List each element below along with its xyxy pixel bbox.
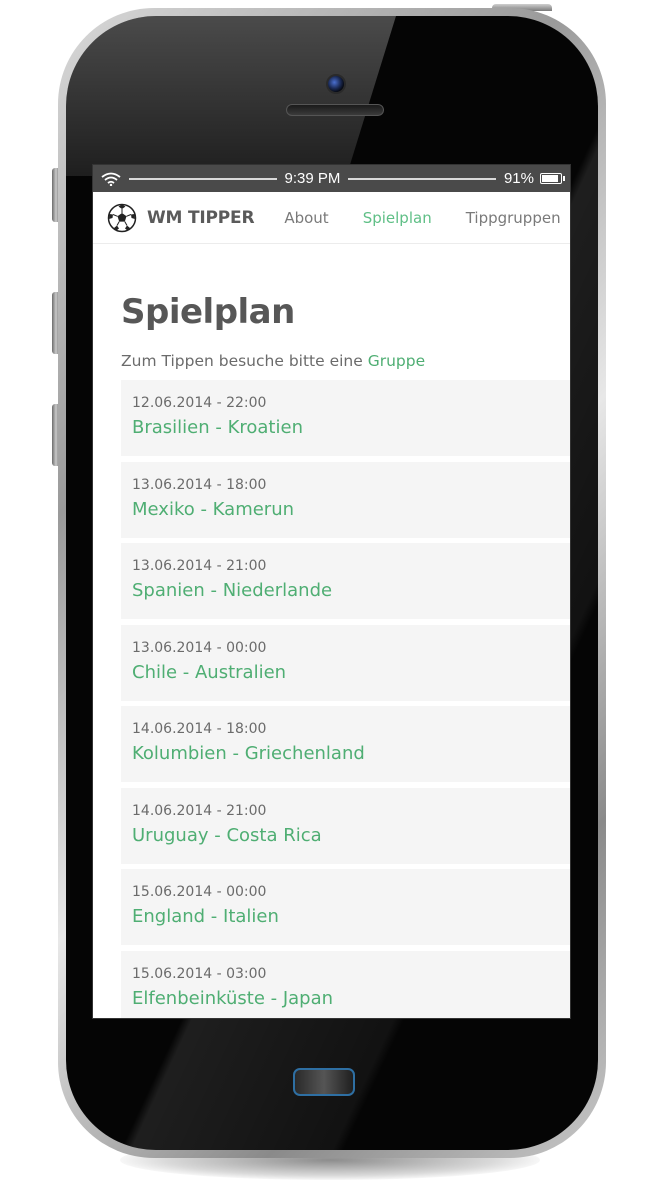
match-date: 15.06.2014 - 00:00 [132,884,267,900]
battery-percent: 91% [503,170,534,187]
phone-screen: 9:39 PM 91% WM TIPPER About Spielplan Ti… [92,164,571,1019]
status-divider-left [129,177,277,180]
match-teams-link[interactable]: Kolumbien - Griechenland [132,743,570,764]
match-date: 13.06.2014 - 00:00 [132,639,267,656]
battery-icon [540,173,565,184]
match-item[interactable]: 13.06.2014 - 21:00 Spanien - Niederlande [121,543,570,619]
match-list: 12.06.2014 - 22:00 Brasilien - Kroatien … [121,380,570,1018]
match-date: 14.06.2014 - 21:00 [132,802,267,819]
match-item[interactable]: 15.06.2014 - 03:00 Elfenbeinküste - Japa… [121,950,570,1018]
nav-link-tippgruppen[interactable]: Tippgruppen [466,209,561,227]
group-link[interactable]: Gruppe [368,352,425,370]
match-teams-link[interactable]: Spanien - Niederlande [132,580,570,601]
match-item[interactable]: 13.06.2014 - 00:00 Chile - Australien [121,624,570,701]
status-bar: 9:39 PM 91% [93,165,570,192]
earpiece-speaker [286,104,384,116]
brand[interactable]: WM TIPPER [107,203,255,233]
match-teams-link[interactable]: Uruguay - Costa Rica [132,825,570,846]
page-title: Spielplan [121,292,295,332]
match-item[interactable]: 15.06.2014 - 00:00 England - Italien [121,869,570,945]
match-teams-link[interactable]: Brasilien - Kroatien [132,417,570,438]
match-date: 13.06.2014 - 21:00 [132,558,267,574]
status-time: 9:39 PM [284,170,341,187]
battery-level-fill [542,175,559,182]
match-date: 12.06.2014 - 22:00 [132,395,267,411]
match-item[interactable]: 12.06.2014 - 22:00 Brasilien - Kroatien [121,380,570,456]
front-camera [326,74,346,94]
nav-link-spielplan[interactable]: Spielplan [363,209,432,227]
match-date: 15.06.2014 - 03:00 [132,965,267,982]
hint-text: Zum Tippen besuche bitte eine Gruppe [121,352,570,370]
match-date: 14.06.2014 - 18:00 [132,721,267,737]
nav-link-about[interactable]: About [284,209,328,227]
status-divider-right [348,177,496,180]
match-teams-link[interactable]: Elfenbeinküste - Japan [132,988,570,1009]
main-content: Spielplan Zum Tippen besuche bitte eine … [93,244,570,1018]
battery-tip [563,176,565,181]
match-date: 13.06.2014 - 18:00 [132,476,267,493]
brand-name: WM TIPPER [147,207,255,228]
match-teams-link[interactable]: England - Italien [132,906,570,927]
match-teams-link[interactable]: Chile - Australien [132,662,570,683]
match-item[interactable]: 14.06.2014 - 21:00 Uruguay - Costa Rica [121,787,570,864]
phone-mockup: 9:39 PM 91% WM TIPPER About Spielplan Ti… [0,0,660,1204]
navbar: WM TIPPER About Spielplan Tippgruppen [93,192,570,244]
soccer-ball-icon [107,203,137,232]
match-teams-link[interactable]: Mexiko - Kamerun [132,499,570,520]
wifi-icon [101,172,121,186]
match-item[interactable]: 14.06.2014 - 18:00 Kolumbien - Griechenl… [121,706,570,782]
hint-prefix: Zum Tippen besuche bitte eine [121,352,368,370]
home-button[interactable] [293,1068,355,1096]
match-item[interactable]: 13.06.2014 - 18:00 Mexiko - Kamerun [121,461,570,538]
